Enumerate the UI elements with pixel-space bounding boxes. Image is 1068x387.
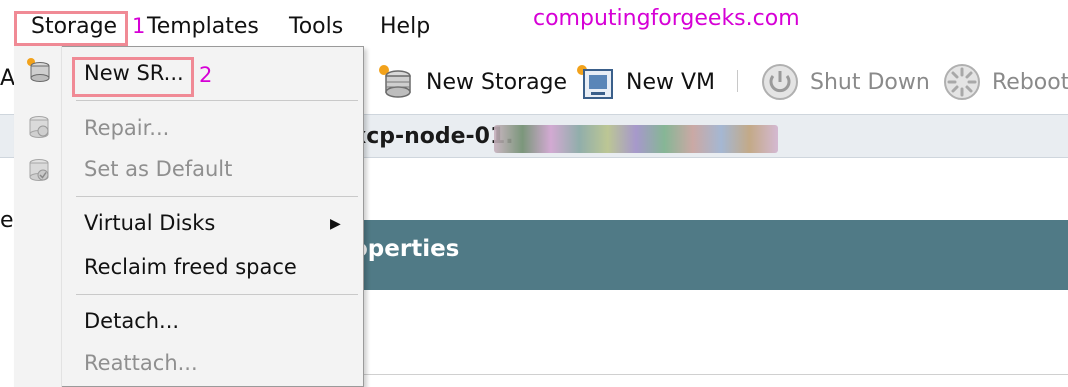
toolbar-clipped-label: A: [0, 66, 16, 91]
new-storage-button[interactable]: New Storage: [376, 62, 567, 102]
annotation-step-1: 1: [132, 14, 146, 38]
content-clipped-label: e: [0, 208, 14, 233]
menu-templates[interactable]: Templates: [147, 14, 259, 39]
menu-item-reclaim-freed-space[interactable]: Reclaim freed space: [84, 255, 297, 279]
shut-down-icon: [762, 64, 798, 100]
submenu-arrow-icon: ▶: [330, 216, 341, 232]
new-storage-label: New Storage: [426, 69, 568, 95]
new-vm-icon: [577, 65, 613, 99]
dropdown-icon-gutter: [14, 46, 62, 387]
set-default-icon: [29, 159, 49, 181]
redacted-hostname: [494, 125, 778, 153]
reboot-button[interactable]: Reboot: [942, 62, 1068, 102]
menu-help[interactable]: Help: [380, 14, 430, 39]
storage-highlight-box: [14, 11, 128, 46]
reboot-icon: [944, 64, 980, 100]
content-divider: [362, 374, 1068, 375]
reboot-label: Reboot: [992, 69, 1068, 95]
menu-item-virtual-disks[interactable]: Virtual Disks: [84, 211, 215, 235]
new-vm-button[interactable]: New VM: [576, 62, 715, 102]
dropdown-separator: [76, 294, 358, 295]
dropdown-separator: [76, 100, 358, 101]
storage-icon: [27, 58, 50, 82]
new-sr-highlight-box: [72, 57, 194, 97]
toolbar-separator: [737, 70, 738, 92]
menu-item-repair[interactable]: Repair...: [84, 116, 169, 140]
dropdown-separator: [76, 196, 358, 197]
menu-item-reattach[interactable]: Reattach...: [84, 351, 198, 375]
new-storage-icon: [379, 65, 411, 98]
shut-down-label: Shut Down: [810, 69, 930, 95]
host-title: xcp-node-01.: [352, 124, 514, 149]
new-vm-label: New VM: [626, 69, 716, 95]
menu-item-set-as-default[interactable]: Set as Default: [84, 157, 232, 181]
shut-down-button[interactable]: Shut Down: [760, 62, 930, 102]
properties-header: [362, 220, 1068, 290]
watermark: computingforgeeks.com: [533, 6, 800, 31]
menu-tools[interactable]: Tools: [289, 14, 343, 39]
menu-item-detach[interactable]: Detach...: [84, 309, 179, 333]
repair-icon: [29, 116, 49, 138]
properties-title: operties: [352, 236, 460, 262]
annotation-step-2: 2: [199, 63, 213, 87]
